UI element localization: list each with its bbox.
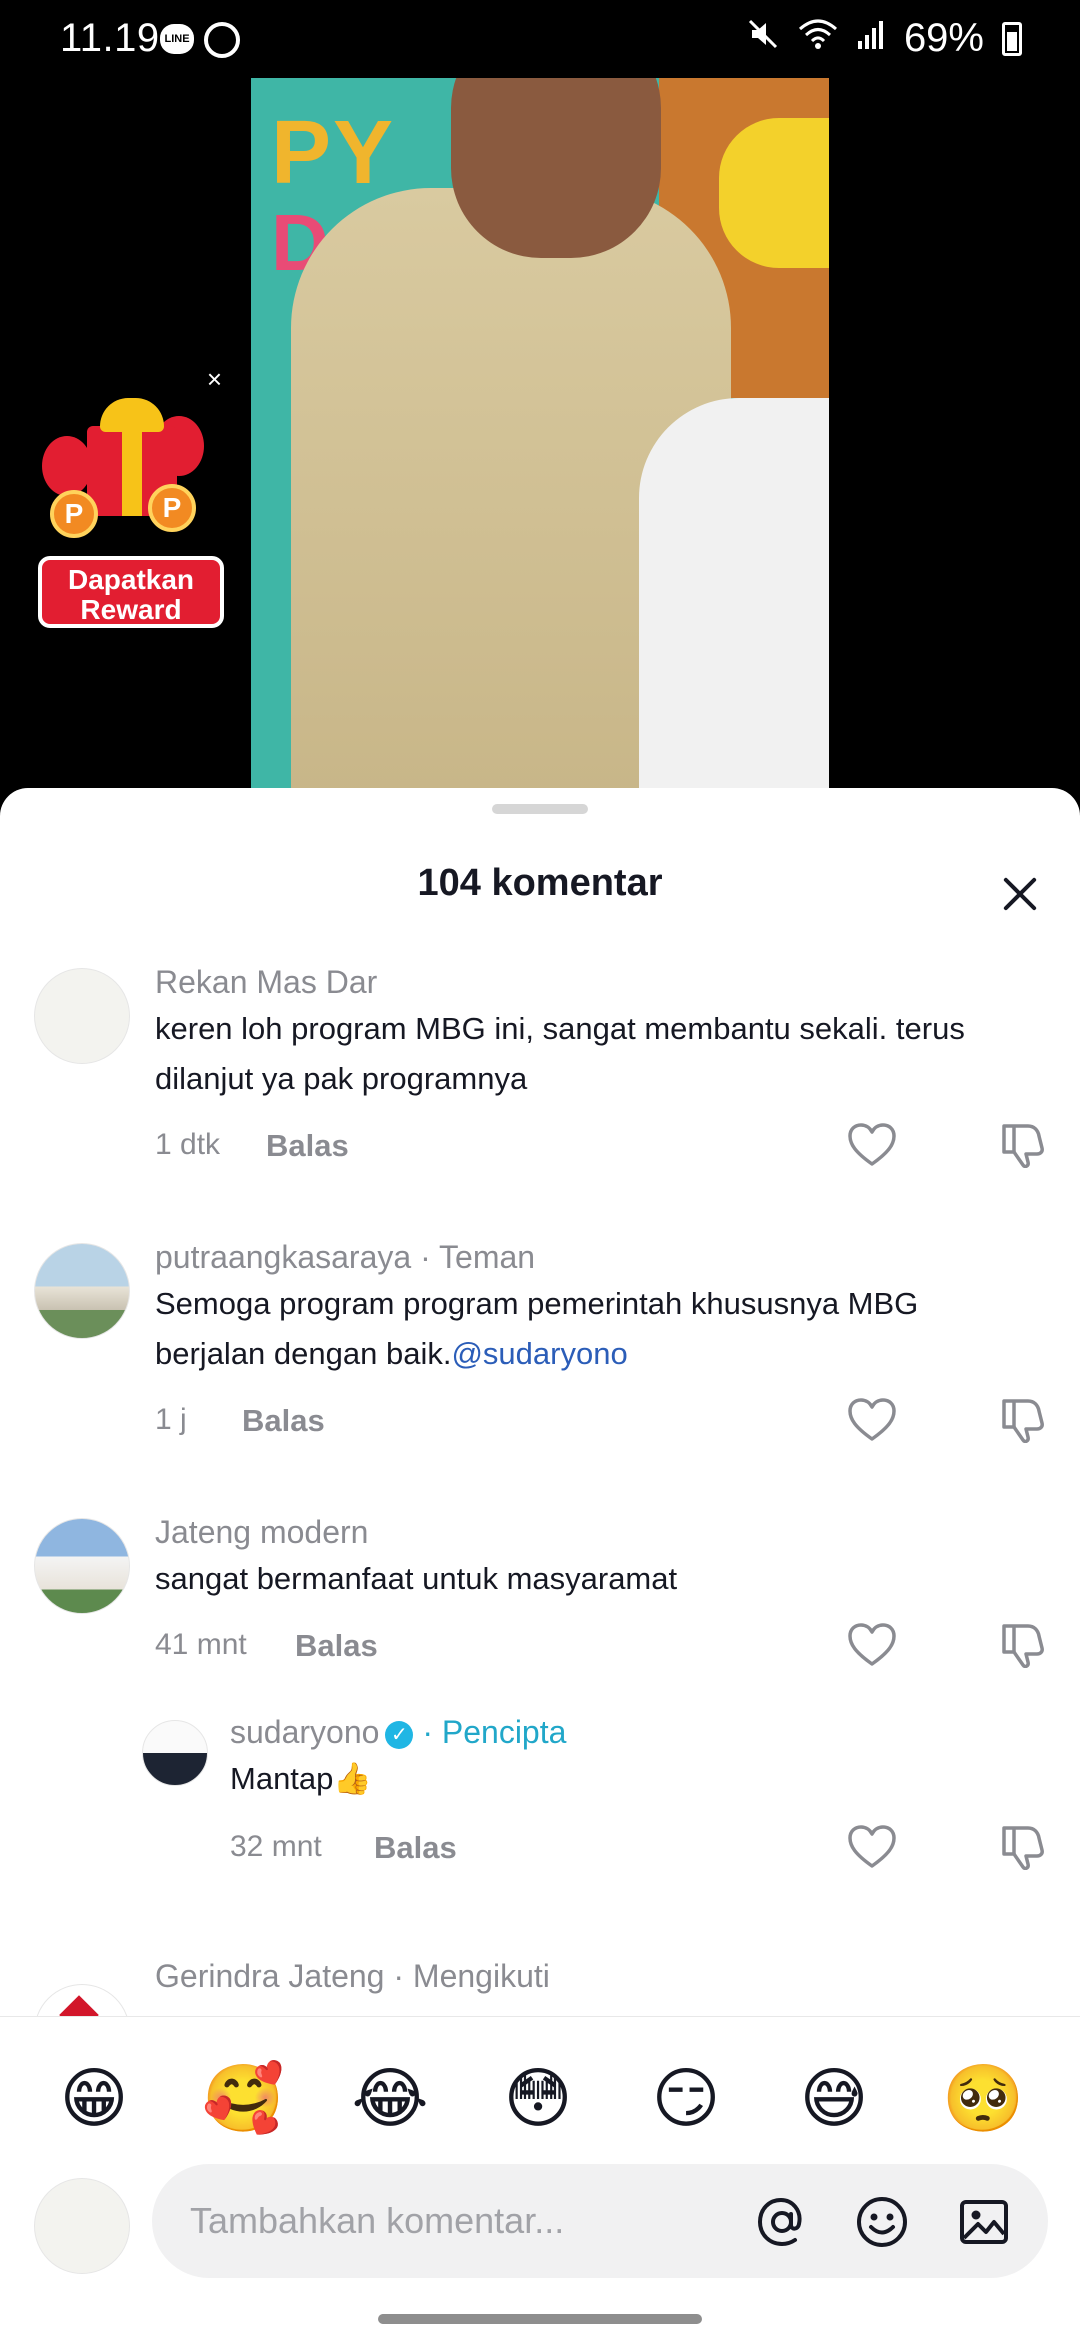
friend-tag: · Teman bbox=[420, 1239, 536, 1275]
dislike-icon[interactable] bbox=[998, 1824, 1048, 1870]
comment-text: Mantap👍 bbox=[230, 1761, 372, 1796]
video-frame[interactable]: PY D bbox=[251, 78, 829, 798]
reply-button[interactable]: Balas bbox=[266, 1128, 349, 1164]
emoji-laugh-button[interactable]: 😂 bbox=[350, 2059, 430, 2139]
emoji-flushed-button[interactable]: 😳 bbox=[498, 2059, 578, 2139]
avatar[interactable] bbox=[34, 968, 130, 1064]
comment-author[interactable]: Rekan Mas Dar bbox=[155, 964, 377, 1001]
drag-handle[interactable] bbox=[492, 804, 588, 814]
comment-author-line: putraangkasaraya · Teman bbox=[155, 1239, 535, 1276]
status-time: 11.19 bbox=[60, 16, 160, 60]
comment-time: 41 mnt bbox=[155, 1628, 247, 1661]
comment-time: 1 dtk bbox=[155, 1128, 221, 1161]
avatar[interactable] bbox=[142, 1720, 208, 1786]
mute-icon bbox=[746, 17, 780, 60]
reply-button[interactable]: Balas bbox=[374, 1830, 457, 1866]
gift-bow-icon bbox=[100, 398, 164, 432]
avatar bbox=[34, 2178, 130, 2274]
reply-button[interactable]: Balas bbox=[242, 1403, 325, 1439]
like-heart-icon[interactable] bbox=[847, 1122, 897, 1168]
comment-input-placeholder: Tambahkan komentar... bbox=[190, 2200, 565, 2241]
gift-icon: P P bbox=[42, 386, 204, 538]
coin-icon: P bbox=[50, 490, 98, 538]
whatsapp-icon bbox=[204, 22, 240, 58]
mention-at-icon[interactable] bbox=[754, 2194, 810, 2250]
avatar[interactable] bbox=[34, 1243, 130, 1339]
reward-close-icon[interactable]: × bbox=[207, 366, 222, 392]
verified-badge-icon: ✓ bbox=[385, 1721, 414, 1749]
image-attach-icon[interactable] bbox=[956, 2194, 1012, 2250]
reward-label[interactable]: Dapatkan Reward bbox=[38, 556, 224, 628]
comment-author[interactable]: putraangkasaraya bbox=[155, 1239, 411, 1275]
comment-input[interactable]: Tambahkan komentar... bbox=[152, 2164, 1048, 2278]
balloon-icon bbox=[42, 436, 92, 496]
quick-emoji-bar: 😁 🥰 😂 😳 😏 😅 🥺 bbox=[0, 2016, 1080, 2180]
reward-label-line2: Reward bbox=[80, 594, 182, 625]
comment-author-line: sudaryono ✓ · Pencipta bbox=[230, 1714, 566, 1751]
status-bar: 11.19 LINE 69% bbox=[0, 0, 1080, 78]
video-person-head bbox=[451, 78, 661, 258]
comment-author[interactable]: Gerindra Jateng bbox=[155, 1958, 384, 1994]
reward-label-line1: Dapatkan bbox=[67, 564, 195, 595]
home-indicator[interactable] bbox=[378, 2314, 702, 2324]
video-background-letters: PY bbox=[271, 103, 396, 203]
emoji-smirk-button[interactable]: 😏 bbox=[646, 2059, 726, 2139]
signal-icon bbox=[856, 17, 886, 60]
like-heart-icon[interactable] bbox=[847, 1824, 897, 1870]
battery-percent: 69% bbox=[903, 16, 984, 60]
comment-text: sangat bermanfaat untuk masyaramat bbox=[155, 1561, 678, 1596]
comments-count-title: 104 komentar bbox=[417, 862, 663, 904]
reward-widget[interactable]: P P × Dapatkan Reward bbox=[22, 366, 228, 636]
emoji-hearts-button[interactable]: 🥰 bbox=[202, 2059, 284, 2139]
emoji-sweat-smile-button[interactable]: 😅 bbox=[794, 2059, 874, 2139]
emoji-grin-button[interactable]: 😁 bbox=[54, 2059, 134, 2139]
wifi-icon bbox=[798, 17, 838, 60]
mention-link[interactable]: @sudaryono bbox=[451, 1336, 627, 1371]
line-icon: LINE bbox=[160, 24, 194, 54]
reply-button[interactable]: Balas bbox=[295, 1628, 378, 1664]
close-icon[interactable] bbox=[994, 868, 1048, 922]
emoji-picker-icon[interactable] bbox=[854, 2194, 910, 2250]
comment-text: Semoga program program pemerintah khusus… bbox=[155, 1279, 1035, 1379]
avatar[interactable] bbox=[34, 1518, 130, 1614]
comment-text: keren loh program MBG ini, sangat memban… bbox=[155, 1011, 965, 1096]
video-player[interactable]: PY D P P × Dapatkan Reward bbox=[0, 78, 1080, 798]
video-background-decoration bbox=[719, 118, 829, 268]
comment-time: 32 mnt bbox=[230, 1830, 322, 1863]
following-tag: · Mengikuti bbox=[393, 1958, 550, 1994]
comment-author[interactable]: Jateng modern bbox=[155, 1514, 368, 1551]
like-heart-icon[interactable] bbox=[847, 1397, 897, 1443]
creator-tag: · Pencipta bbox=[422, 1714, 567, 1750]
like-heart-icon[interactable] bbox=[847, 1622, 897, 1668]
dislike-icon[interactable] bbox=[998, 1122, 1048, 1168]
comment-author[interactable]: sudaryono bbox=[230, 1714, 379, 1750]
dislike-icon[interactable] bbox=[998, 1397, 1048, 1443]
emoji-pleading-button[interactable]: 🥺 bbox=[942, 2059, 1024, 2139]
battery-icon bbox=[1002, 21, 1022, 56]
coin-icon: P bbox=[148, 484, 196, 532]
dislike-icon[interactable] bbox=[998, 1622, 1048, 1668]
video-child-figure bbox=[639, 398, 829, 798]
gift-ribbon-icon bbox=[122, 426, 142, 516]
comment-author-line: Gerindra Jateng · Mengikuti bbox=[155, 1958, 550, 1995]
status-right-group: 69% bbox=[746, 16, 1022, 61]
comment-time: 1 j bbox=[155, 1403, 187, 1436]
